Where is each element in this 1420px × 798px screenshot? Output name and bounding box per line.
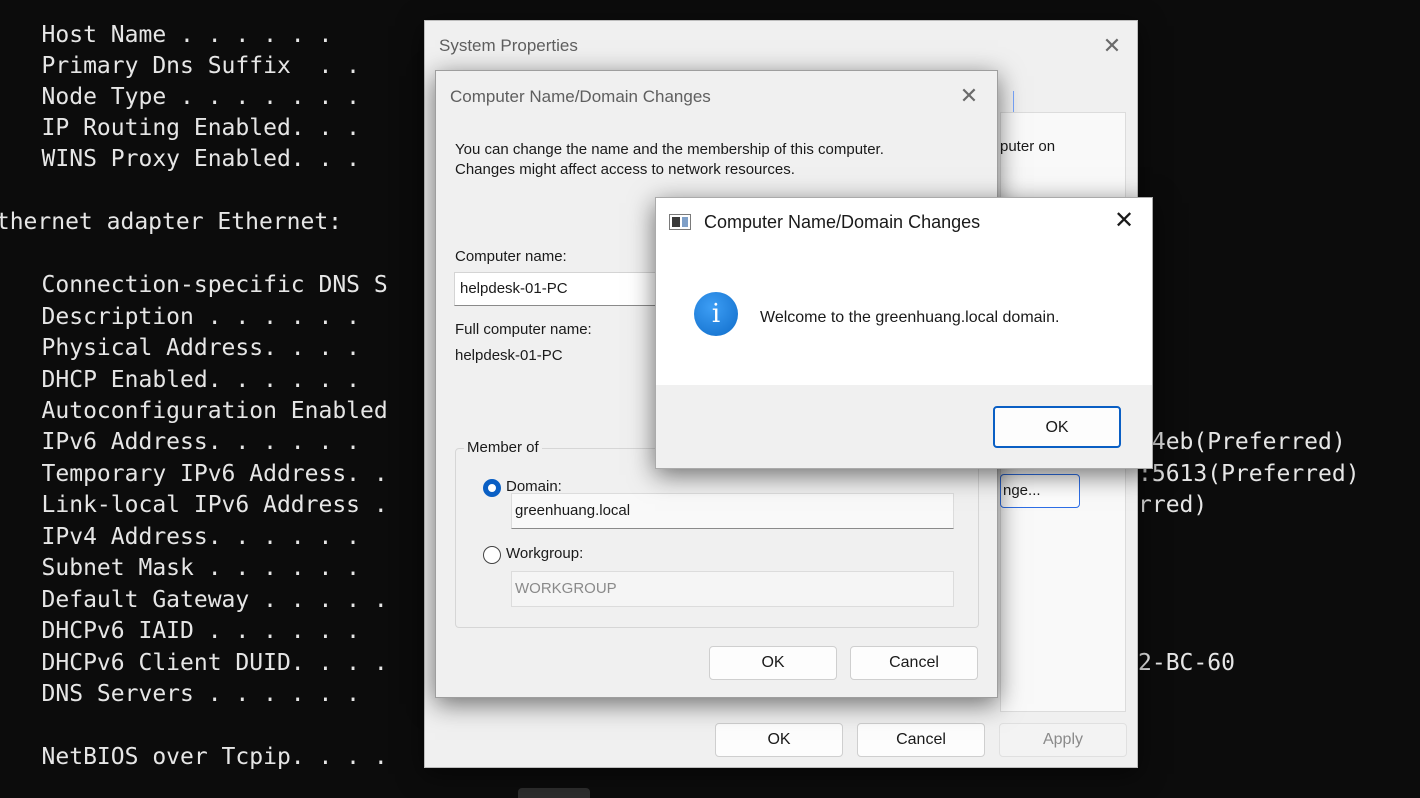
full-computer-name-label: Full computer name: (455, 321, 592, 338)
full-computer-name-value: helpdesk-01-PC (455, 347, 563, 364)
domain-input[interactable]: greenhuang.local (511, 493, 954, 529)
info-line: Changes might affect access to network r… (455, 161, 795, 178)
console-line: DHCP Enabled. . . . . . (0, 367, 361, 393)
console-line: Primary Dns Suffix . . (0, 53, 361, 79)
ok-button[interactable]: OK (993, 406, 1121, 448)
console-line: Ethernet adapter Ethernet: (0, 209, 343, 235)
message-box-title: Computer Name/Domain Changes (704, 212, 981, 232)
console-line: WINS Proxy Enabled. . . (0, 146, 361, 172)
info-icon: i (694, 292, 738, 336)
console-line: IPv6 Address. . . . . . (0, 429, 361, 455)
close-icon[interactable]: ✕ (1113, 209, 1135, 233)
taskbar-stub (518, 788, 590, 798)
welcome-message-text: Welcome to the greenhuang.local domain. (760, 309, 1060, 326)
computer-name-label: Computer name: (455, 248, 567, 265)
domain-radio[interactable] (483, 479, 501, 497)
workgroup-input: WORKGROUP (511, 571, 954, 607)
console-line: Temporary IPv6 Address. . (0, 461, 388, 487)
cancel-button[interactable]: Cancel (857, 723, 985, 757)
console-line: DHCPv6 Client DUID. . . . (0, 650, 388, 676)
tab-fragment[interactable] (1001, 91, 1014, 113)
console-line: Physical Address. . . . (0, 335, 361, 361)
console-line: Connection-specific DNS S (0, 272, 388, 298)
info-line: You can change the name and the membersh… (455, 141, 884, 158)
close-icon[interactable]: ✕ (1101, 35, 1123, 57)
system-window-icon (669, 214, 691, 230)
dialog-title: Computer Name/Domain Changes (450, 87, 711, 106)
workgroup-radio[interactable] (483, 546, 501, 564)
member-of-label: Member of (464, 439, 542, 456)
console-line: Subnet Mask . . . . . . (0, 555, 361, 581)
console-line: DHCPv6 IAID . . . . . . (0, 618, 361, 644)
apply-button[interactable]: Apply (999, 723, 1127, 757)
computer-name-input[interactable]: helpdesk-01-PC (454, 272, 684, 306)
console-line: IPv4 Address. . . . . . (0, 524, 361, 550)
console-line: NetBIOS over Tcpip. . . . (0, 744, 388, 770)
change-button[interactable]: nge... (1000, 474, 1080, 508)
close-icon[interactable]: ✕ (958, 85, 980, 107)
ok-button[interactable]: OK (709, 646, 837, 680)
console-line: Node Type . . . . . . . (0, 84, 361, 110)
console-right-fragment: :5613(Preferred) (1138, 461, 1360, 487)
welcome-message-box: Computer Name/Domain Changes ✕ i Welcome… (655, 197, 1153, 469)
console-line: Default Gateway . . . . . (0, 587, 388, 613)
console-line: Link-local IPv6 Address . (0, 492, 388, 518)
console-line: Host Name . . . . . . (0, 22, 333, 48)
console-line: Autoconfiguration Enabled (0, 398, 388, 424)
console-line: Description . . . . . . (0, 304, 361, 330)
console-right-fragment: 2-BC-60 (1138, 650, 1235, 676)
console-line: IP Routing Enabled. . . (0, 115, 361, 141)
window-title: System Properties (439, 36, 578, 55)
console-right-fragment: f4eb(Preferred) (1138, 429, 1346, 455)
ok-button[interactable]: OK (715, 723, 843, 757)
console-right-fragment: rred) (1138, 492, 1208, 518)
cancel-button[interactable]: Cancel (850, 646, 978, 680)
console-line: DNS Servers . . . . . . (0, 681, 361, 707)
workgroup-radio-label[interactable]: Workgroup: (506, 545, 583, 562)
member-of-group: Member of Domain: greenhuang.local Workg… (455, 439, 979, 628)
info-text: You can change the name and the membersh… (455, 140, 975, 180)
message-area: Computer Name/Domain Changes ✕ i Welcome… (656, 198, 1152, 385)
description-fragment: puter on (1000, 138, 1056, 155)
